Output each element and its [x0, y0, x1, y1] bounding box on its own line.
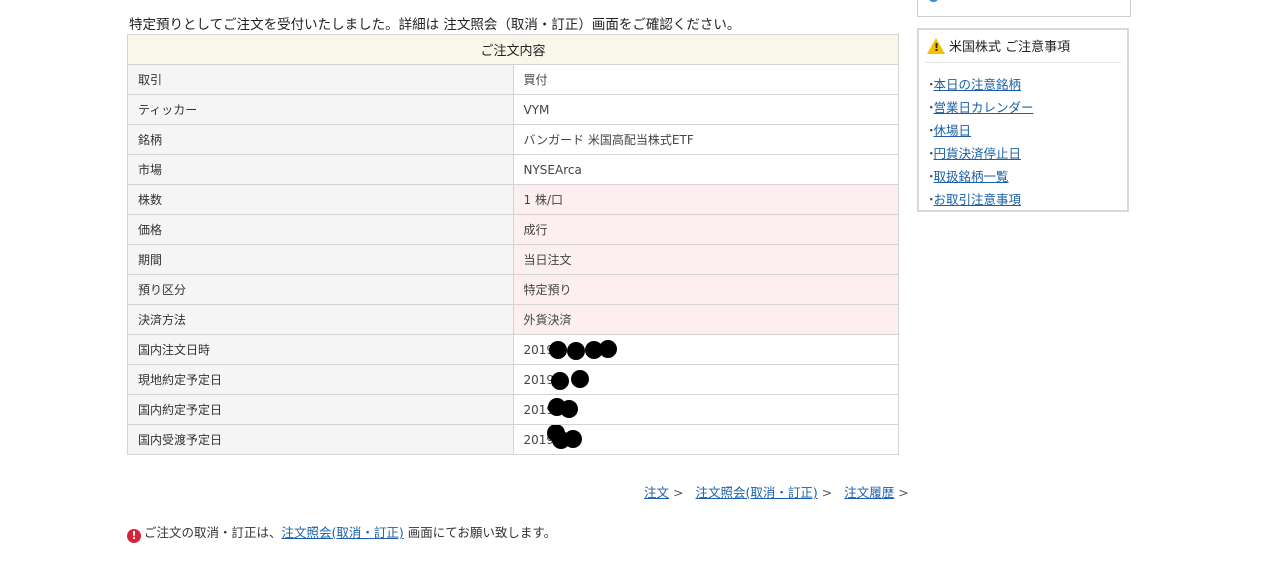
redaction-mark [566, 342, 585, 360]
sidebar-notice-box: 米国株式 ご注意事項 本日の注意銘柄 営業日カレンダー 休場日 円貨決済停止日 … [917, 28, 1129, 212]
table-row: 決済方法 外貨決済 [127, 304, 899, 335]
row-value-redacted: 2019/ [512, 364, 899, 395]
row-value: VYM [512, 94, 899, 125]
list-item: 休場日 [925, 120, 1034, 143]
list-item: 円貨決済停止日 [925, 143, 1034, 166]
redaction-mark [550, 372, 569, 390]
redaction-mark [598, 340, 617, 358]
table-row: 市場 NYSEArca [127, 154, 899, 185]
row-label: 期間 [127, 244, 514, 275]
list-item: お取引注意事項 [925, 189, 1034, 212]
sidebar-link-trading-notes[interactable]: お取引注意事項 [934, 192, 1022, 207]
row-label: 取引 [127, 64, 514, 95]
sidebar-link-stock-list[interactable]: 取扱銘柄一覧 [934, 169, 1009, 184]
row-value: 外貨決済 [512, 304, 899, 335]
row-value-redacted: 2019/ [512, 334, 899, 365]
sidebar-title: 米国株式 ご注意事項 [925, 36, 1121, 63]
order-inquiry-link[interactable]: 注文照会(取消・訂正) [696, 485, 818, 500]
table-row: 国内約定予定日 2019/ [127, 394, 899, 425]
order-link[interactable]: 注文 [644, 485, 669, 500]
info-icon [928, 0, 939, 2]
redaction-mark [563, 430, 582, 448]
row-label: 価格 [127, 214, 514, 245]
row-value: 当日注文 [512, 244, 899, 275]
list-item: 取扱銘柄一覧 [925, 166, 1034, 189]
cancel-notice: ! ご注文の取消・訂正は、注文照会(取消・訂正) 画面にてお願い致します。 [127, 522, 556, 543]
warning-icon [927, 38, 945, 54]
table-row: 国内受渡予定日 2019/ [127, 424, 899, 455]
completion-message: 特定預りとしてご注文を受付いたしました。詳細は 注文照会（取消・訂正）画面をご確… [129, 17, 741, 33]
row-label: 国内約定予定日 [127, 394, 514, 425]
sidebar-link-yen-settlement-suspension[interactable]: 円貨決済停止日 [934, 146, 1022, 161]
table-row: 銘柄 バンガード 米国高配当株式ETF [127, 124, 899, 155]
order-nav-links: 注文 > 注文照会(取消・訂正) > 注文履歴 > [644, 482, 909, 501]
order-details-header: ご注文内容 [127, 34, 899, 65]
table-row: 預り区分 特定預り [127, 274, 899, 305]
sidebar-top-box [917, 0, 1131, 17]
chevron-right-icon: > [821, 485, 833, 500]
sidebar-title-text: 米国株式 ご注意事項 [949, 40, 1071, 55]
row-label: 決済方法 [127, 304, 514, 335]
sidebar-link-market-holidays[interactable]: 休場日 [934, 123, 972, 138]
row-label: 国内受渡予定日 [127, 424, 514, 455]
row-value: 成行 [512, 214, 899, 245]
notice-text-before: ご注文の取消・訂正は、 [144, 525, 282, 540]
order-history-link[interactable]: 注文履歴 [844, 485, 894, 500]
table-row: 価格 成行 [127, 214, 899, 245]
sidebar-link-caution-stocks[interactable]: 本日の注意銘柄 [934, 77, 1022, 92]
table-row: ティッカー VYM [127, 94, 899, 125]
notice-text-after: 画面にてお願い致します。 [407, 525, 557, 540]
sidebar-link-business-calendar[interactable]: 営業日カレンダー [934, 100, 1034, 115]
list-item: 本日の注意銘柄 [925, 74, 1034, 97]
alert-icon: ! [127, 529, 141, 543]
row-label: 株数 [127, 184, 514, 215]
row-value: 1 株/口 [512, 184, 899, 215]
chevron-right-icon: > [898, 485, 909, 500]
redaction-mark [570, 370, 589, 388]
row-label: 現地約定予定日 [127, 364, 514, 395]
row-value-redacted: 2019/ [512, 424, 899, 455]
row-label: 国内注文日時 [127, 334, 514, 365]
redaction-mark [559, 400, 578, 418]
notice-inquiry-link[interactable]: 注文照会(取消・訂正) [282, 525, 404, 540]
row-label: ティッカー [127, 94, 514, 125]
sidebar-link-list: 本日の注意銘柄 営業日カレンダー 休場日 円貨決済停止日 取扱銘柄一覧 お取引注… [925, 74, 1034, 212]
row-value: 買付 [512, 64, 899, 95]
table-row: 期間 当日注文 [127, 244, 899, 275]
redaction-mark [548, 341, 567, 359]
order-details-table: ご注文内容 取引 買付 ティッカー VYM 銘柄 バンガード 米国高配当株式ET… [127, 34, 899, 455]
chevron-right-icon: > [673, 485, 684, 500]
row-value: バンガード 米国高配当株式ETF [512, 124, 899, 155]
table-row: 株数 1 株/口 [127, 184, 899, 215]
row-value: 特定預り [512, 274, 899, 305]
row-value: NYSEArca [512, 154, 899, 185]
table-row: 現地約定予定日 2019/ [127, 364, 899, 395]
row-label: 預り区分 [127, 274, 514, 305]
row-label: 市場 [127, 154, 514, 185]
row-label: 銘柄 [127, 124, 514, 155]
table-row: 取引 買付 [127, 64, 899, 95]
row-value-redacted: 2019/ [512, 394, 899, 425]
list-item: 営業日カレンダー [925, 97, 1034, 120]
table-row: 国内注文日時 2019/ [127, 334, 899, 365]
